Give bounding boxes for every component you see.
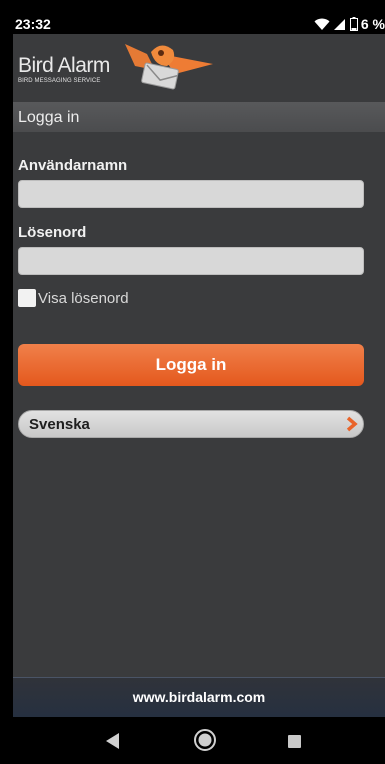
password-label: Lösenord — [18, 224, 87, 241]
username-input[interactable] — [18, 180, 364, 208]
show-password-label[interactable]: Visa lösenord — [38, 290, 129, 307]
section-header: Logga in — [13, 102, 385, 132]
login-button[interactable]: Logga in — [18, 344, 364, 386]
password-input[interactable] — [18, 247, 364, 275]
app-screen: Bird Alarm BIRD MESSAGING SERVICE Logga … — [13, 34, 385, 717]
wifi-icon — [314, 18, 330, 30]
chevron-right-icon[interactable] — [345, 416, 359, 432]
home-circle-icon[interactable] — [193, 728, 217, 752]
battery-level: 6 % — [360, 16, 385, 32]
app-header: Bird Alarm BIRD MESSAGING SERVICE — [13, 34, 385, 102]
signal-icon — [333, 18, 345, 30]
status-time: 23:32 — [15, 16, 51, 32]
username-label: Användarnamn — [18, 157, 128, 174]
section-title: Logga in — [18, 109, 80, 126]
battery-icon — [349, 17, 358, 31]
language-label[interactable]: Svenska — [29, 416, 90, 433]
show-password-checkbox[interactable]: Visa lösenord — [18, 289, 129, 307]
status-icons: 6 % — [314, 16, 385, 32]
logo-text: Bird Alarm — [18, 54, 110, 77]
footer: www.birdalarm.com — [13, 677, 385, 717]
checkbox-box[interactable] — [18, 289, 36, 307]
footer-website-link[interactable]: www.birdalarm.com — [13, 689, 385, 705]
bird-envelope-logo — [125, 44, 213, 90]
status-bar: 23:32 6 % — [13, 14, 385, 34]
android-navigation-bar — [13, 717, 385, 764]
language-selector[interactable]: Svenska — [18, 410, 364, 438]
back-triangle-icon[interactable] — [106, 733, 120, 749]
recent-square-icon[interactable] — [288, 735, 301, 748]
logo-subtitle: BIRD MESSAGING SERVICE — [18, 78, 101, 84]
